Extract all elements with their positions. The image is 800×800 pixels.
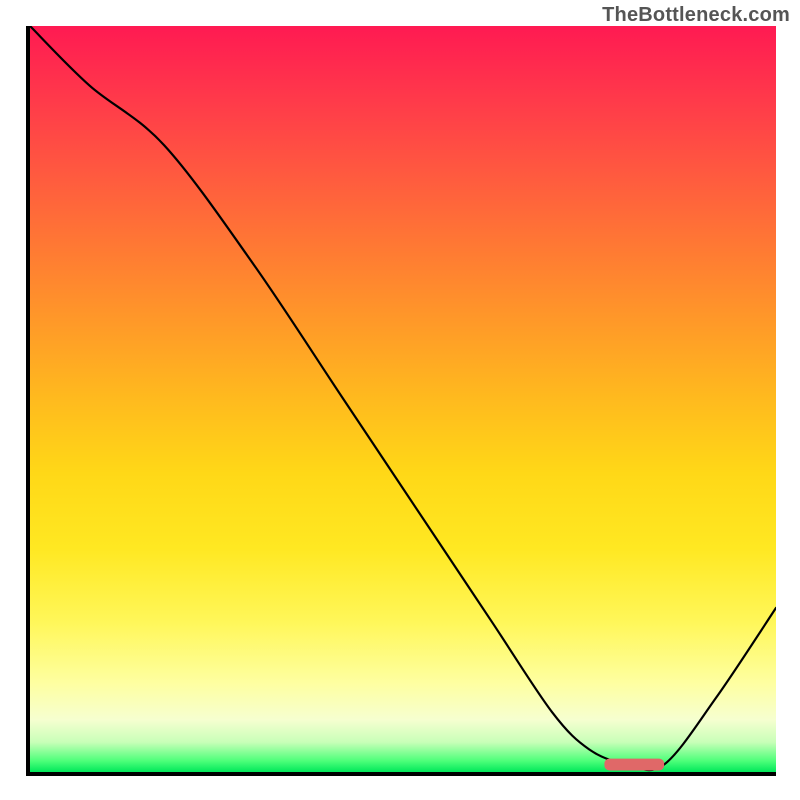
plot-area [26, 26, 776, 776]
bottleneck-curve [30, 26, 776, 770]
optimal-marker [604, 759, 664, 771]
chart-svg [30, 26, 776, 772]
watermark-text: TheBottleneck.com [602, 4, 790, 27]
